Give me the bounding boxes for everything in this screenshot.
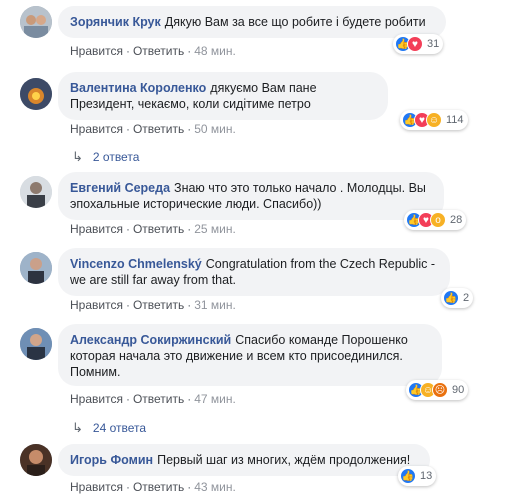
reply-link[interactable]: Ответить [133,122,184,136]
avatar[interactable] [20,328,52,360]
like-link[interactable]: Нравится [70,122,123,136]
comment-author[interactable]: Vincenzo Chmelenský [70,257,202,271]
love-reaction-icon: ♥ [407,36,423,52]
reaction-count: 114 [446,114,464,126]
reaction-summary[interactable]: 👍 ♥ o 28 [404,210,467,230]
view-replies-link[interactable]: ↳ 24 ответа [72,420,146,436]
like-link[interactable]: Нравится [70,44,123,58]
comment-author[interactable]: Игорь Фомин [70,453,153,467]
reaction-summary[interactable]: 👍 ♥ ☺ 114 [400,110,468,130]
comment-timestamp[interactable]: 48 мин. [194,44,236,58]
reaction-summary[interactable]: 👍 13 [398,466,437,486]
comment-actions: Нравится · Ответить · 43 мин. [70,480,236,494]
reply-link[interactable]: Ответить [133,392,184,406]
like-reaction-icon: 👍 [443,290,459,306]
comment-author[interactable]: Валентина Короленко [70,81,206,95]
comment-timestamp[interactable]: 47 мин. [194,392,236,406]
comment-author[interactable]: Евгений Середа [70,181,170,195]
like-link[interactable]: Нравится [70,392,123,406]
reaction-count: 28 [450,214,463,226]
comment-timestamp[interactable]: 50 мин. [194,122,236,136]
comment-author[interactable]: Зорянчик Крук [70,15,161,29]
comment-bubble: Евгений Середа Знаю что это только начало… [58,172,444,220]
reaction-summary[interactable]: 👍 ☺ ☹ 90 [406,380,469,400]
comment-actions: Нравится · Ответить · 48 мин. [70,44,236,58]
like-reaction-icon: 👍 [400,468,416,484]
comment-timestamp[interactable]: 25 мин. [194,222,236,236]
wow-reaction-icon: o [430,212,446,228]
reaction-summary[interactable]: 👍 ♥ 31 [393,34,444,54]
reaction-summary[interactable]: 👍 2 [441,288,474,308]
comment-actions: Нравится · Ответить · 31 мин. [70,298,236,312]
comment-actions: Нравится · Ответить · 47 мин. [70,392,236,406]
reply-link[interactable]: Ответить [133,298,184,312]
reply-arrow-icon: ↳ [72,149,83,164]
reaction-count: 90 [452,384,465,396]
comment-bubble: Зорянчик Крук Дякую Вам за все що робите … [58,6,446,38]
comment-text: Дякую Вам за все що робите і будете роби… [164,15,426,29]
reply-link[interactable]: Ответить [133,44,184,58]
reaction-count: 31 [427,38,440,50]
avatar[interactable] [20,78,52,110]
reaction-count: 2 [463,292,470,304]
reply-arrow-icon: ↳ [72,420,83,435]
avatar[interactable] [20,176,52,208]
avatar[interactable] [20,252,52,284]
replies-count: 2 ответа [92,150,140,164]
like-link[interactable]: Нравится [70,222,123,236]
comment-text: Первый шаг из многих, ждём продолжения! [157,453,411,467]
comment-actions: Нравится · Ответить · 25 мин. [70,222,236,236]
comment-bubble: Игорь Фомин Первый шаг из многих, ждём пр… [58,444,430,476]
reply-link[interactable]: Ответить [133,480,184,494]
comment-timestamp[interactable]: 43 мин. [194,480,236,494]
haha-reaction-icon: ☺ [426,112,442,128]
avatar[interactable] [20,444,52,476]
comment-actions: Нравится · Ответить · 50 мин. [70,122,236,136]
reply-link[interactable]: Ответить [133,222,184,236]
reaction-count: 13 [420,470,433,482]
like-link[interactable]: Нравится [70,298,123,312]
comment-bubble: Vincenzo Chmelenský Congratulation from t… [58,248,450,296]
like-link[interactable]: Нравится [70,480,123,494]
replies-count: 24 ответа [92,421,147,435]
angry-reaction-icon: ☹ [432,382,448,398]
view-replies-link[interactable]: ↳ 2 ответа [72,149,139,165]
comment-timestamp[interactable]: 31 мин. [194,298,236,312]
comment-author[interactable]: Александр Сокиржинский [70,333,231,347]
comment-bubble: Александр Сокиржинский Спасибо команде По… [58,324,442,386]
avatar[interactable] [20,6,52,38]
comment-bubble: Валентина Короленко дякуємо Вам пане През… [58,72,388,120]
